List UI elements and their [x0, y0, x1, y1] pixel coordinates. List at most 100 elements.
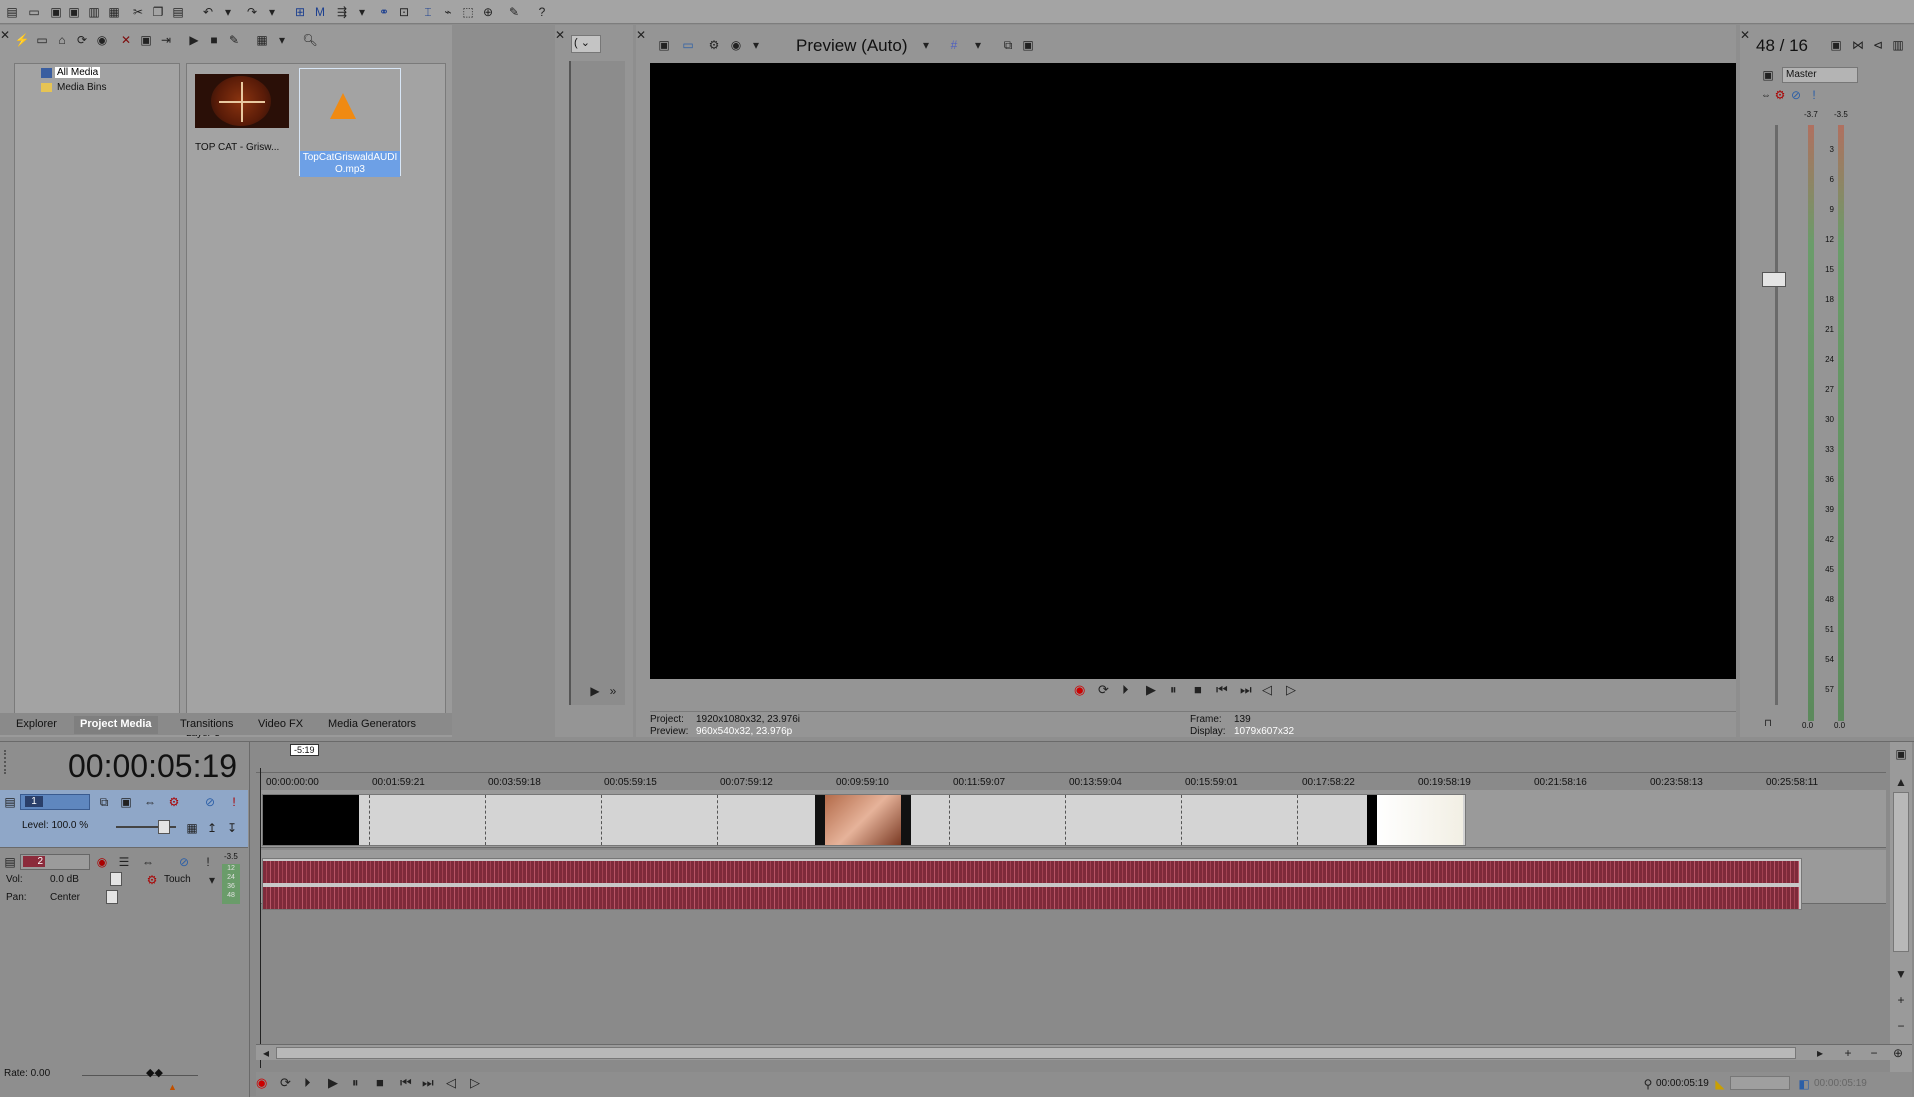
zoom-out-time-icon[interactable]: − — [1866, 1045, 1882, 1061]
overlays-dropdown-icon[interactable]: ▾ — [970, 37, 986, 53]
import-media-icon[interactable]: ⚡ — [14, 32, 30, 48]
close-panel-icon[interactable]: ✕ — [555, 27, 565, 43]
pause-icon[interactable]: ⏸ — [352, 1075, 359, 1091]
dim-output-icon[interactable]: ⊲ — [1870, 37, 1886, 53]
play-from-start-icon[interactable]: ⏵ — [1122, 682, 1129, 698]
copy-snapshot-icon[interactable]: ⧉ — [1000, 37, 1016, 53]
stop-icon[interactable]: ■ — [376, 1075, 384, 1090]
zoom-in-time-icon[interactable]: + — [1840, 1045, 1856, 1061]
properties-icon[interactable]: ▦ — [106, 4, 122, 20]
save-as-icon[interactable]: ▣ — [66, 4, 82, 20]
open-folder-icon[interactable]: ▭ — [26, 4, 42, 20]
new-file-icon[interactable]: ▤ — [4, 4, 20, 20]
child-icon[interactable]: ↧ — [224, 820, 240, 836]
preview-quality[interactable]: Preview (Auto) — [796, 36, 907, 56]
mute-icon[interactable]: ⊘ — [1788, 87, 1804, 103]
track-fx-icon[interactable]: ▣ — [118, 794, 134, 810]
tree-item-all-media[interactable]: All Media — [41, 66, 101, 79]
save-icon[interactable]: ▣ — [48, 4, 64, 20]
tutorial-icon[interactable]: ✎ — [506, 4, 522, 20]
vol-slider-thumb[interactable] — [110, 872, 122, 886]
video-level-thumb[interactable] — [158, 820, 170, 834]
delete-icon[interactable]: ✕ — [118, 32, 134, 48]
render-icon[interactable]: ▥ — [86, 4, 102, 20]
next-frame-icon[interactable]: ▷ — [470, 1075, 480, 1091]
video-fx-icon[interactable]: ⚙ — [706, 37, 722, 53]
close-panel-icon[interactable]: ✕ — [0, 27, 10, 43]
audio-track-header[interactable]: ▤ 2 ◉ ☰ ⇔ ⊘ ! -3.5 Vol: 0.0 dB ⚙ Touch ▾… — [0, 850, 248, 904]
compositing-icon[interactable]: ⇔ — [142, 794, 158, 810]
marker-snap-icon[interactable]: M — [312, 4, 328, 20]
tab-media-generators[interactable]: Media Generators — [328, 718, 416, 730]
arm-record-icon[interactable]: ◉ — [94, 854, 110, 870]
vertical-scrollbar[interactable]: ▣ ▲ ▼ + − — [1890, 742, 1912, 1072]
views-icon[interactable]: ▦ — [254, 32, 270, 48]
play-icon[interactable]: ▶ — [186, 32, 202, 48]
scroll-left-icon[interactable]: ◂ — [258, 1045, 274, 1061]
zoom-out-track-icon[interactable]: − — [1893, 1018, 1909, 1034]
normal-edit-tool-icon[interactable]: ⌶ — [420, 4, 436, 20]
close-panel-icon[interactable]: ✕ — [636, 27, 646, 43]
help-icon[interactable]: ? — [534, 4, 550, 20]
scroll-up-icon[interactable]: ▲ — [1893, 774, 1909, 790]
stop-icon[interactable]: ■ — [1194, 682, 1202, 697]
views-dropdown-icon[interactable]: ▾ — [274, 32, 290, 48]
get-media-web-icon[interactable]: ⌂ — [54, 32, 70, 48]
external-monitor-icon[interactable]: ▭ — [680, 37, 696, 53]
rate-slider[interactable] — [82, 1075, 198, 1076]
redo-dropdown-icon[interactable]: ▾ — [264, 4, 280, 20]
zoom-tool-icon[interactable]: ⊕ — [1890, 1045, 1906, 1061]
mute-icon[interactable]: ⊘ — [176, 854, 192, 870]
track-expand-icon[interactable]: ▤ — [2, 794, 18, 810]
media-item-audio[interactable]: TopCatGriswaldAUDIO.mp3 — [299, 68, 401, 177]
play-icon[interactable]: ▶ — [587, 683, 603, 699]
loop-icon[interactable]: ⟳ — [1098, 682, 1109, 698]
snap-icon[interactable]: ⊞ — [292, 4, 308, 20]
split-dropdown-icon[interactable]: ▾ — [748, 37, 764, 53]
solo-icon[interactable]: ! — [1806, 87, 1822, 103]
properties-icon[interactable]: ◉ — [94, 32, 110, 48]
invert-phase-icon[interactable]: ⇔ — [140, 854, 156, 870]
fx-gear-icon[interactable]: ⚙ — [1772, 87, 1788, 103]
pan-slider-thumb[interactable] — [106, 890, 118, 904]
play-icon[interactable]: ▶ — [328, 1075, 338, 1091]
prev-frame-icon[interactable]: ◁ — [446, 1075, 456, 1091]
master-fader[interactable] — [1762, 272, 1786, 287]
media-fx-icon[interactable]: ▣ — [138, 32, 154, 48]
stop-icon[interactable]: ■ — [206, 32, 222, 48]
play-from-start-icon[interactable]: ⏵ — [304, 1075, 311, 1091]
track-motion-icon[interactable]: ⧉ — [96, 794, 112, 810]
cut-icon[interactable]: ✂ — [130, 4, 146, 20]
next-frame-icon[interactable]: ▷ — [1286, 682, 1296, 698]
redo-icon[interactable]: ↷ — [244, 4, 260, 20]
record-icon[interactable]: ◉ — [256, 1075, 267, 1091]
downmix-icon[interactable]: ⋈ — [1850, 37, 1866, 53]
pause-icon[interactable]: ⏸ — [1170, 682, 1177, 698]
copy-icon[interactable]: ❐ — [150, 4, 166, 20]
selection-tool-icon[interactable]: ⬚ — [460, 4, 476, 20]
automation-mode[interactable]: Touch — [164, 874, 191, 885]
ripple-dropdown-icon[interactable]: ▾ — [354, 4, 370, 20]
solo-icon[interactable]: ! — [226, 794, 242, 810]
zoom-in-track-icon[interactable]: + — [1893, 992, 1909, 1008]
tab-explorer[interactable]: Explorer — [16, 718, 57, 730]
preview-quality-dropdown-icon[interactable]: ▾ — [918, 37, 934, 53]
capture-video-icon[interactable]: ▭ — [34, 32, 50, 48]
automation-gear-icon[interactable]: ⚙ — [144, 872, 160, 888]
track-fx-icon[interactable]: ☰ — [116, 854, 132, 870]
search-icon[interactable]: 🔍︎ — [302, 32, 318, 48]
overlays-icon[interactable]: # — [946, 37, 962, 53]
track-expand-icon[interactable]: ▤ — [2, 854, 18, 870]
refresh-icon[interactable]: ⟳ — [74, 32, 90, 48]
loop-icon[interactable]: ⟳ — [280, 1075, 291, 1091]
media-item-video[interactable]: TOP CAT - Grisw... — [195, 74, 289, 153]
replace-icon[interactable]: ⇥ — [158, 32, 174, 48]
save-snapshot-icon[interactable]: ▣ — [1020, 37, 1036, 53]
composite-mode-icon[interactable]: ▦ — [184, 820, 200, 836]
automation-dropdown-icon[interactable]: ▾ — [204, 872, 220, 888]
tree-item-media-bins[interactable]: Media Bins — [41, 81, 106, 94]
horizontal-scrollbar[interactable]: ◂ ▸ + − ⊕ — [256, 1044, 1912, 1060]
auto-preview-icon[interactable]: ✎ — [226, 32, 242, 48]
play-icon[interactable]: ▶ — [1146, 682, 1156, 698]
zoom-tool-icon[interactable]: ⊕ — [480, 4, 496, 20]
